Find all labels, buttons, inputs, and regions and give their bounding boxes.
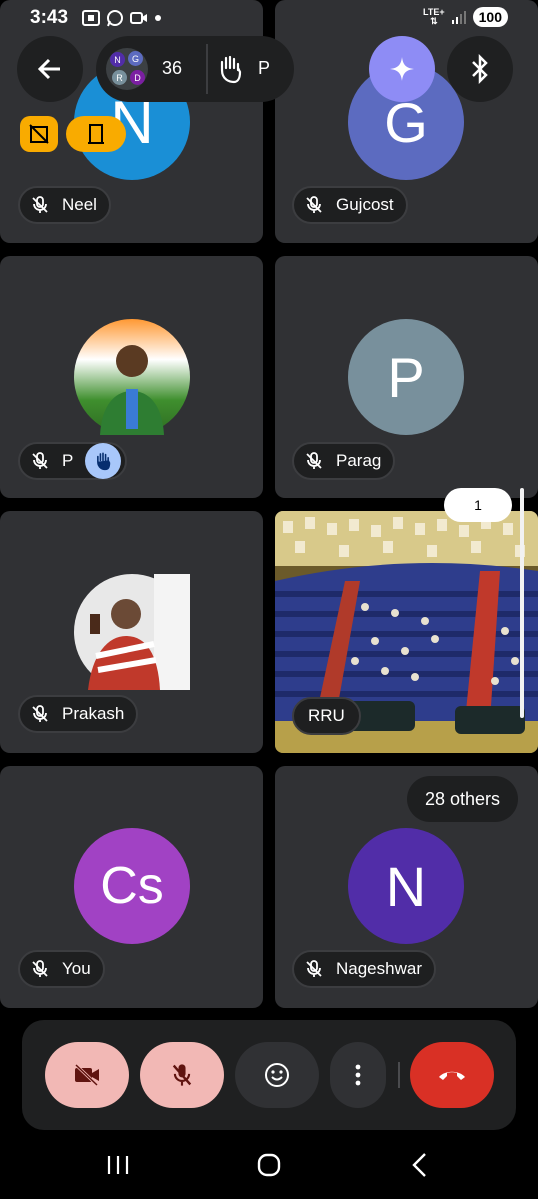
raised-hand-icon bbox=[220, 55, 242, 84]
arrow-left-icon bbox=[37, 58, 60, 80]
name-pill: Prakash bbox=[18, 695, 139, 733]
more-vert-icon bbox=[355, 1064, 361, 1086]
avatar-stack: N G R D bbox=[106, 48, 148, 90]
participant-name: P bbox=[62, 451, 74, 470]
mic-off-icon bbox=[26, 447, 54, 475]
participant-tile-rru[interactable]: RRU bbox=[275, 511, 538, 753]
building-off-icon[interactable] bbox=[20, 116, 58, 152]
avatar-photo bbox=[74, 319, 190, 435]
status-time: 3:43 bbox=[30, 7, 69, 28]
door-icon[interactable] bbox=[66, 116, 126, 152]
participant-tile-parag[interactable]: P Parag bbox=[275, 256, 538, 498]
raised-hand-icon bbox=[85, 443, 122, 479]
dot-icon bbox=[155, 15, 161, 21]
name-pill: Neel bbox=[18, 186, 111, 224]
mic-off-icon bbox=[172, 1064, 192, 1086]
participant-name: Parag bbox=[336, 451, 382, 470]
participant-name: Nageshwar bbox=[336, 959, 422, 978]
participant-count: 36 bbox=[162, 58, 183, 78]
avatar: Cs bbox=[74, 828, 190, 944]
presentation-count-badge[interactable]: 1 bbox=[444, 488, 512, 522]
name-pill: Nageshwar bbox=[292, 950, 436, 988]
notification-icons bbox=[82, 9, 162, 27]
screenshot-icon bbox=[82, 10, 100, 26]
participant-name: RRU bbox=[308, 706, 345, 725]
divider bbox=[398, 1062, 400, 1088]
sparkle-icon bbox=[390, 57, 414, 81]
raised-hand-initial: P bbox=[258, 58, 271, 78]
mic-off-icon bbox=[300, 191, 328, 219]
participant-name: Neel bbox=[62, 195, 97, 214]
participant-tile-you[interactable]: Cs You bbox=[0, 766, 263, 1008]
mic-off-icon bbox=[26, 700, 54, 728]
video-icon bbox=[130, 12, 147, 24]
camera-off-icon bbox=[74, 1063, 99, 1087]
stack-avatar: D bbox=[130, 70, 145, 85]
name-pill: RRU bbox=[292, 697, 361, 735]
more-options-button[interactable] bbox=[330, 1042, 386, 1108]
mic-toggle-button[interactable] bbox=[140, 1042, 224, 1108]
name-pill: Gujcost bbox=[292, 186, 408, 224]
participant-tile-prakash[interactable]: Prakash bbox=[0, 511, 263, 753]
stack-avatar: G bbox=[128, 51, 143, 66]
name-pill: P bbox=[18, 442, 128, 480]
whatsapp-icon bbox=[107, 10, 123, 27]
bluetooth-audio-button[interactable] bbox=[447, 36, 513, 102]
hang-up-icon bbox=[439, 1071, 465, 1080]
battery-level: 100 bbox=[472, 7, 508, 27]
stack-avatar: N bbox=[110, 52, 125, 67]
back-nav-icon[interactable] bbox=[410, 1152, 428, 1178]
participant-tile-p[interactable]: P bbox=[0, 256, 263, 498]
camera-toggle-button[interactable] bbox=[45, 1042, 129, 1108]
bluetooth-icon bbox=[472, 54, 488, 84]
back-button[interactable] bbox=[17, 36, 83, 102]
participant-tile-nageshwar[interactable]: N 28 others Nageshwar bbox=[275, 766, 538, 1008]
mic-off-icon bbox=[26, 955, 54, 983]
system-nav-bar bbox=[0, 1132, 538, 1199]
gemini-button[interactable] bbox=[369, 36, 435, 102]
stack-avatar: R bbox=[112, 70, 127, 85]
scrollbar[interactable] bbox=[520, 488, 524, 718]
home-icon[interactable] bbox=[256, 1152, 282, 1178]
avatar-photo bbox=[74, 574, 190, 690]
participant-name: Prakash bbox=[62, 704, 125, 723]
reactions-button[interactable] bbox=[235, 1042, 319, 1108]
name-pill: Parag bbox=[292, 442, 396, 480]
divider bbox=[206, 44, 208, 94]
others-button[interactable]: 28 others bbox=[407, 776, 519, 822]
signal-icon bbox=[451, 11, 466, 24]
mic-off-icon bbox=[26, 191, 54, 219]
avatar: P bbox=[348, 319, 464, 435]
avatar: N bbox=[348, 828, 464, 944]
end-call-button[interactable] bbox=[410, 1042, 494, 1108]
status-bar: 3:43 LTE+ ⇅ 100 bbox=[0, 0, 538, 36]
network-type: LTE+ ⇅ bbox=[423, 7, 445, 26]
participants-bar[interactable]: N G R D 36 P bbox=[96, 36, 294, 102]
emoji-icon bbox=[265, 1063, 289, 1087]
mic-off-icon bbox=[300, 447, 328, 475]
call-controls bbox=[22, 1020, 516, 1130]
name-pill: You bbox=[18, 950, 105, 988]
mic-off-icon bbox=[300, 955, 328, 983]
recent-apps-icon[interactable] bbox=[106, 1154, 130, 1176]
participant-name: Gujcost bbox=[336, 195, 394, 214]
participant-name: You bbox=[62, 959, 91, 978]
